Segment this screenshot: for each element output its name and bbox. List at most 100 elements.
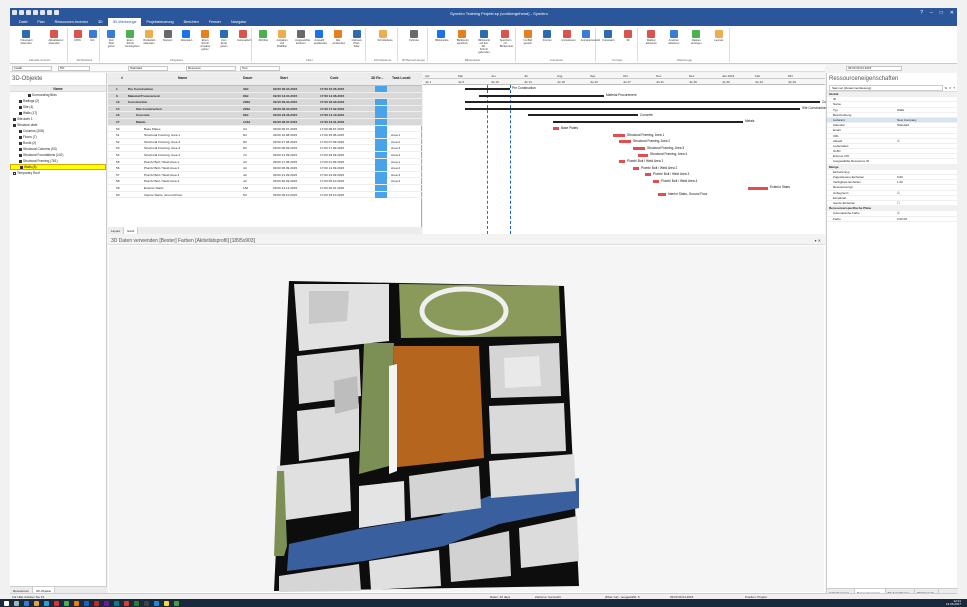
tree-checkbox[interactable] (19, 135, 22, 139)
gantt-bar[interactable] (633, 166, 639, 170)
property-value[interactable]: 0.00 (897, 175, 957, 179)
tree-checkbox[interactable] (13, 123, 16, 127)
filter-select-2[interactable]: 5% (58, 66, 90, 71)
gantt-bar[interactable] (619, 140, 631, 144)
table-row[interactable]: 13 Construction 236d 09:00 06.04.2015 17:00 … (108, 99, 422, 106)
ribbon-button[interactable]: Dateien anzeigen (691, 30, 702, 45)
tree-checkbox[interactable] (19, 111, 22, 115)
tree-item[interactable]: Temporary Roof (10, 170, 106, 176)
ribbon-button[interactable]: Animationen (561, 30, 576, 42)
table-row[interactable]: 52 Structural Framing, Area 2 8d 09:00 27.0… (108, 138, 422, 146)
app-icon[interactable] (64, 600, 69, 606)
ribbon-button[interactable]: Fußnote (409, 30, 420, 42)
tree-checkbox[interactable] (19, 129, 22, 133)
ribbon-button[interactable]: Einen Schritt zurückgehen (125, 30, 139, 48)
gantt-bar[interactable] (465, 88, 510, 90)
filter-select-3[interactable]: Standard (128, 66, 168, 71)
app-icon[interactable] (84, 600, 89, 606)
print-icon[interactable] (47, 10, 52, 15)
help-icon[interactable]: ? (953, 86, 955, 90)
property-value[interactable] (897, 206, 957, 210)
table-row[interactable]: 50 Base Plates 3d 09:00 06.07.2015 17:00 08.… (108, 125, 422, 133)
filter-select-5[interactable]: Text (240, 66, 280, 71)
3d-canvas[interactable] (109, 246, 824, 592)
ribbon-button[interactable]: Ausgewählte isolieren (295, 30, 310, 45)
ribbon-button[interactable]: Einen Schritt vorwärts gehen (200, 30, 211, 51)
system-clock[interactable]: 12:41 14.06.2017 (946, 600, 961, 606)
tree-checkbox[interactable] (20, 165, 23, 169)
redo-icon[interactable] (40, 10, 45, 15)
tree-checkbox[interactable] (19, 105, 22, 109)
property-value[interactable]: ☑ (897, 191, 957, 195)
property-value[interactable] (897, 102, 957, 106)
table-row[interactable]: 1 Pre Construction 30d 09:00 06.04.2015 17:0… (108, 86, 422, 93)
table-row[interactable]: 60 Interior Stairs, Ground Floor 5d 09:00 0… (108, 191, 422, 199)
table-row[interactable]: 6 Material Procurement 96d 09:00 13.04.2015… (108, 92, 422, 100)
property-value[interactable] (897, 185, 957, 189)
gantt-bar[interactable] (658, 193, 666, 197)
gantt-bar[interactable] (465, 107, 800, 110)
gantt-bar[interactable] (638, 153, 648, 157)
ribbon-button[interactable]: Aufgaben und Pfadfilter (277, 30, 288, 48)
search-icon[interactable] (14, 600, 19, 606)
ribbon-button[interactable]: Fronten (542, 30, 553, 42)
sort-icon[interactable]: ⇅ (945, 86, 948, 90)
app-icon[interactable] (154, 600, 159, 606)
ribbon-button[interactable]: Auswahl ausblenden (314, 30, 327, 45)
filter-select-4[interactable]: Resource (186, 66, 236, 71)
app-icon[interactable] (44, 600, 49, 606)
tab-2[interactable]: Ressourcen-Inventur (50, 18, 93, 26)
table-row[interactable]: 59 Exterior Stairs 15d 09:00 21.12.2015 17:0… (108, 185, 422, 192)
ribbon-button[interactable]: Automatisch (237, 30, 251, 42)
app-icon[interactable] (94, 600, 99, 606)
property-value[interactable]: ☑ (897, 139, 957, 143)
settings-icon[interactable] (54, 10, 59, 15)
app-icon[interactable] (174, 600, 179, 606)
save-icon[interactable] (19, 10, 24, 15)
tab-8[interactable]: Navigator (226, 18, 251, 26)
table-row[interactable]: 14 Site Construction 226d 09:00 06.04.2015 1… (108, 105, 422, 113)
tree-checkbox[interactable] (19, 153, 22, 157)
tab-0[interactable]: Datei (14, 18, 32, 26)
ribbon-button[interactable]: Zum Start gehen (106, 30, 117, 48)
tree-checkbox[interactable] (19, 147, 22, 151)
ribbon-button[interactable]: Alle einblenden (333, 30, 345, 45)
gantt-bar[interactable] (553, 121, 743, 123)
table-row[interactable]: 58 Plumb/ Bolt / Weld Area 4 4d 09:00 30.09… (108, 178, 422, 185)
folder-icon[interactable] (34, 600, 39, 606)
property-value[interactable] (897, 170, 957, 174)
ribbon-button[interactable]: Ansehen aktivieren (668, 30, 679, 45)
property-value[interactable]: ☐ (897, 201, 957, 205)
ribbon-button[interactable]: 3D-Filter (258, 30, 269, 42)
ribbon-button[interactable]: Rot (87, 30, 98, 42)
ribbon-button[interactable]: Zum Ende gehen (218, 30, 229, 48)
col-header-duration[interactable]: Dauer (243, 76, 253, 80)
ribbon-button[interactable]: Stoppen (162, 30, 173, 42)
view-window-controls[interactable]: ▾ ✕ (815, 238, 821, 243)
filter-icon[interactable]: ▽ (949, 86, 951, 90)
property-value[interactable] (897, 165, 957, 169)
ribbon-button[interactable]: Rückwärts abspielen (143, 30, 155, 45)
ribbon-button[interactable]: Inklusive Pfad-Filter (351, 30, 362, 48)
table-row[interactable]: 53 Structural Framing, Area 3 8d 09:00 08.0… (108, 145, 422, 152)
tree-checkbox[interactable] (19, 99, 22, 103)
ribbon-button[interactable]: 3D (623, 30, 634, 42)
property-value[interactable]: 0.00.00 (897, 217, 957, 221)
table-row[interactable]: 56 Plumb/ Bolt / Weld Area 2 4d 09:00 08.09… (108, 165, 422, 172)
table-row[interactable]: 54 Structural Framing, Area 4 7d 09:00 21.0… (108, 152, 422, 159)
tree-checkbox[interactable] (28, 93, 31, 97)
table-row[interactable]: 17 Metals 144d 09:00 06.07.2015 17:00 21.01.… (108, 119, 422, 126)
ribbon-button[interactable]: Speichern mit Blickpunkte (500, 30, 513, 48)
property-value[interactable] (897, 159, 957, 163)
property-value[interactable]: 1.00 (897, 180, 957, 184)
tab-1[interactable]: Plan (32, 18, 49, 26)
close-icon[interactable]: ✕ (950, 10, 954, 16)
gantt-bar[interactable] (528, 114, 638, 117)
col-header-name[interactable]: Name (178, 76, 187, 80)
tree-checkbox[interactable] (13, 117, 16, 121)
tab-5[interactable]: Projektsteuerung (141, 18, 178, 26)
ribbon-button[interactable]: Blickpunkt speichern (457, 30, 469, 45)
app-icon[interactable] (104, 600, 109, 606)
ribbon-button[interactable]: 100% (72, 30, 83, 42)
property-value[interactable] (897, 134, 957, 138)
